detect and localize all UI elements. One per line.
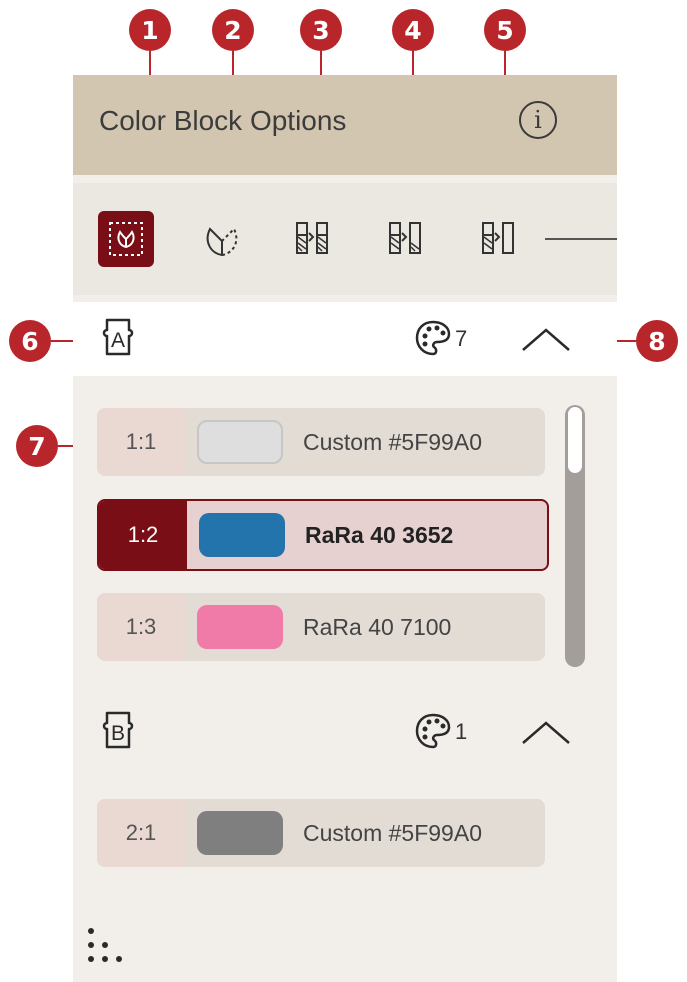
group-a-letter: A (111, 329, 125, 352)
chevron-up-icon[interactable] (519, 717, 573, 747)
callout-8: 8 (636, 320, 678, 362)
row-number: 2:1 (125, 820, 157, 845)
scrollbar[interactable] (565, 405, 585, 667)
group-b-header[interactable]: B 1 (73, 695, 617, 769)
callout-1: 1 (129, 9, 171, 51)
color-swatch (197, 811, 283, 855)
color-block-split-icon[interactable] (471, 211, 527, 267)
callout-6: 6 (9, 320, 51, 362)
palette-icon (415, 713, 451, 749)
embroidery-select-icon[interactable] (98, 211, 154, 267)
row-number: 1:3 (125, 614, 157, 639)
color-block-merge-icon[interactable] (285, 211, 341, 267)
list-item[interactable]: 1:1 Custom #5F99A0 (97, 408, 545, 476)
chevron-up-icon[interactable] (519, 324, 573, 354)
group-a-header[interactable]: A 7 (73, 302, 617, 376)
color-swatch (199, 513, 285, 557)
callout-3: 3 (300, 9, 342, 51)
thread-label: RaRa 40 7100 (303, 613, 452, 640)
toolbar-divider (545, 238, 617, 240)
row-number: 1:2 (127, 522, 159, 547)
list-item[interactable]: 1:3 RaRa 40 7100 (97, 593, 545, 661)
group-b-color-count: 1 (455, 719, 468, 744)
color-block-options-panel: Color Block Options i A 7 1:1 Custom #5F… (73, 75, 617, 982)
callout-2: 2 (212, 9, 254, 51)
scrollbar-thumb[interactable] (568, 407, 582, 473)
list-item[interactable]: 2:1 Custom #5F99A0 (97, 799, 545, 867)
info-icon[interactable]: i (519, 101, 557, 139)
toolbar (73, 183, 617, 295)
color-swatch (197, 420, 283, 464)
callout-7: 7 (16, 425, 58, 467)
callout-5: 5 (484, 9, 526, 51)
group-b-letter: B (111, 722, 125, 745)
row-number: 1:1 (125, 429, 157, 454)
panel-header: Color Block Options i (73, 75, 617, 175)
color-swatch (197, 605, 283, 649)
group-b-list: 2:1 Custom #5F99A0 (97, 799, 557, 871)
group-a-list: 1:1 Custom #5F99A0 1:2 RaRa 40 3652 1:3 … (97, 405, 557, 667)
thread-label: Custom #5F99A0 (303, 819, 482, 846)
group-a-icon: A (102, 318, 134, 356)
list-item[interactable]: 1:2 RaRa 40 3652 (97, 499, 549, 571)
callout-4: 4 (392, 9, 434, 51)
thread-label: Custom #5F99A0 (303, 428, 482, 455)
palette-icon (415, 320, 451, 356)
group-a-color-count: 7 (455, 326, 468, 351)
group-b-icon: B (102, 711, 134, 749)
color-block-merge-next-icon[interactable] (378, 211, 434, 267)
design-outline-icon[interactable] (194, 211, 250, 267)
thread-label: RaRa 40 3652 (305, 521, 454, 548)
dots-grip-icon[interactable] (87, 925, 131, 969)
page-title: Color Block Options (99, 105, 347, 136)
